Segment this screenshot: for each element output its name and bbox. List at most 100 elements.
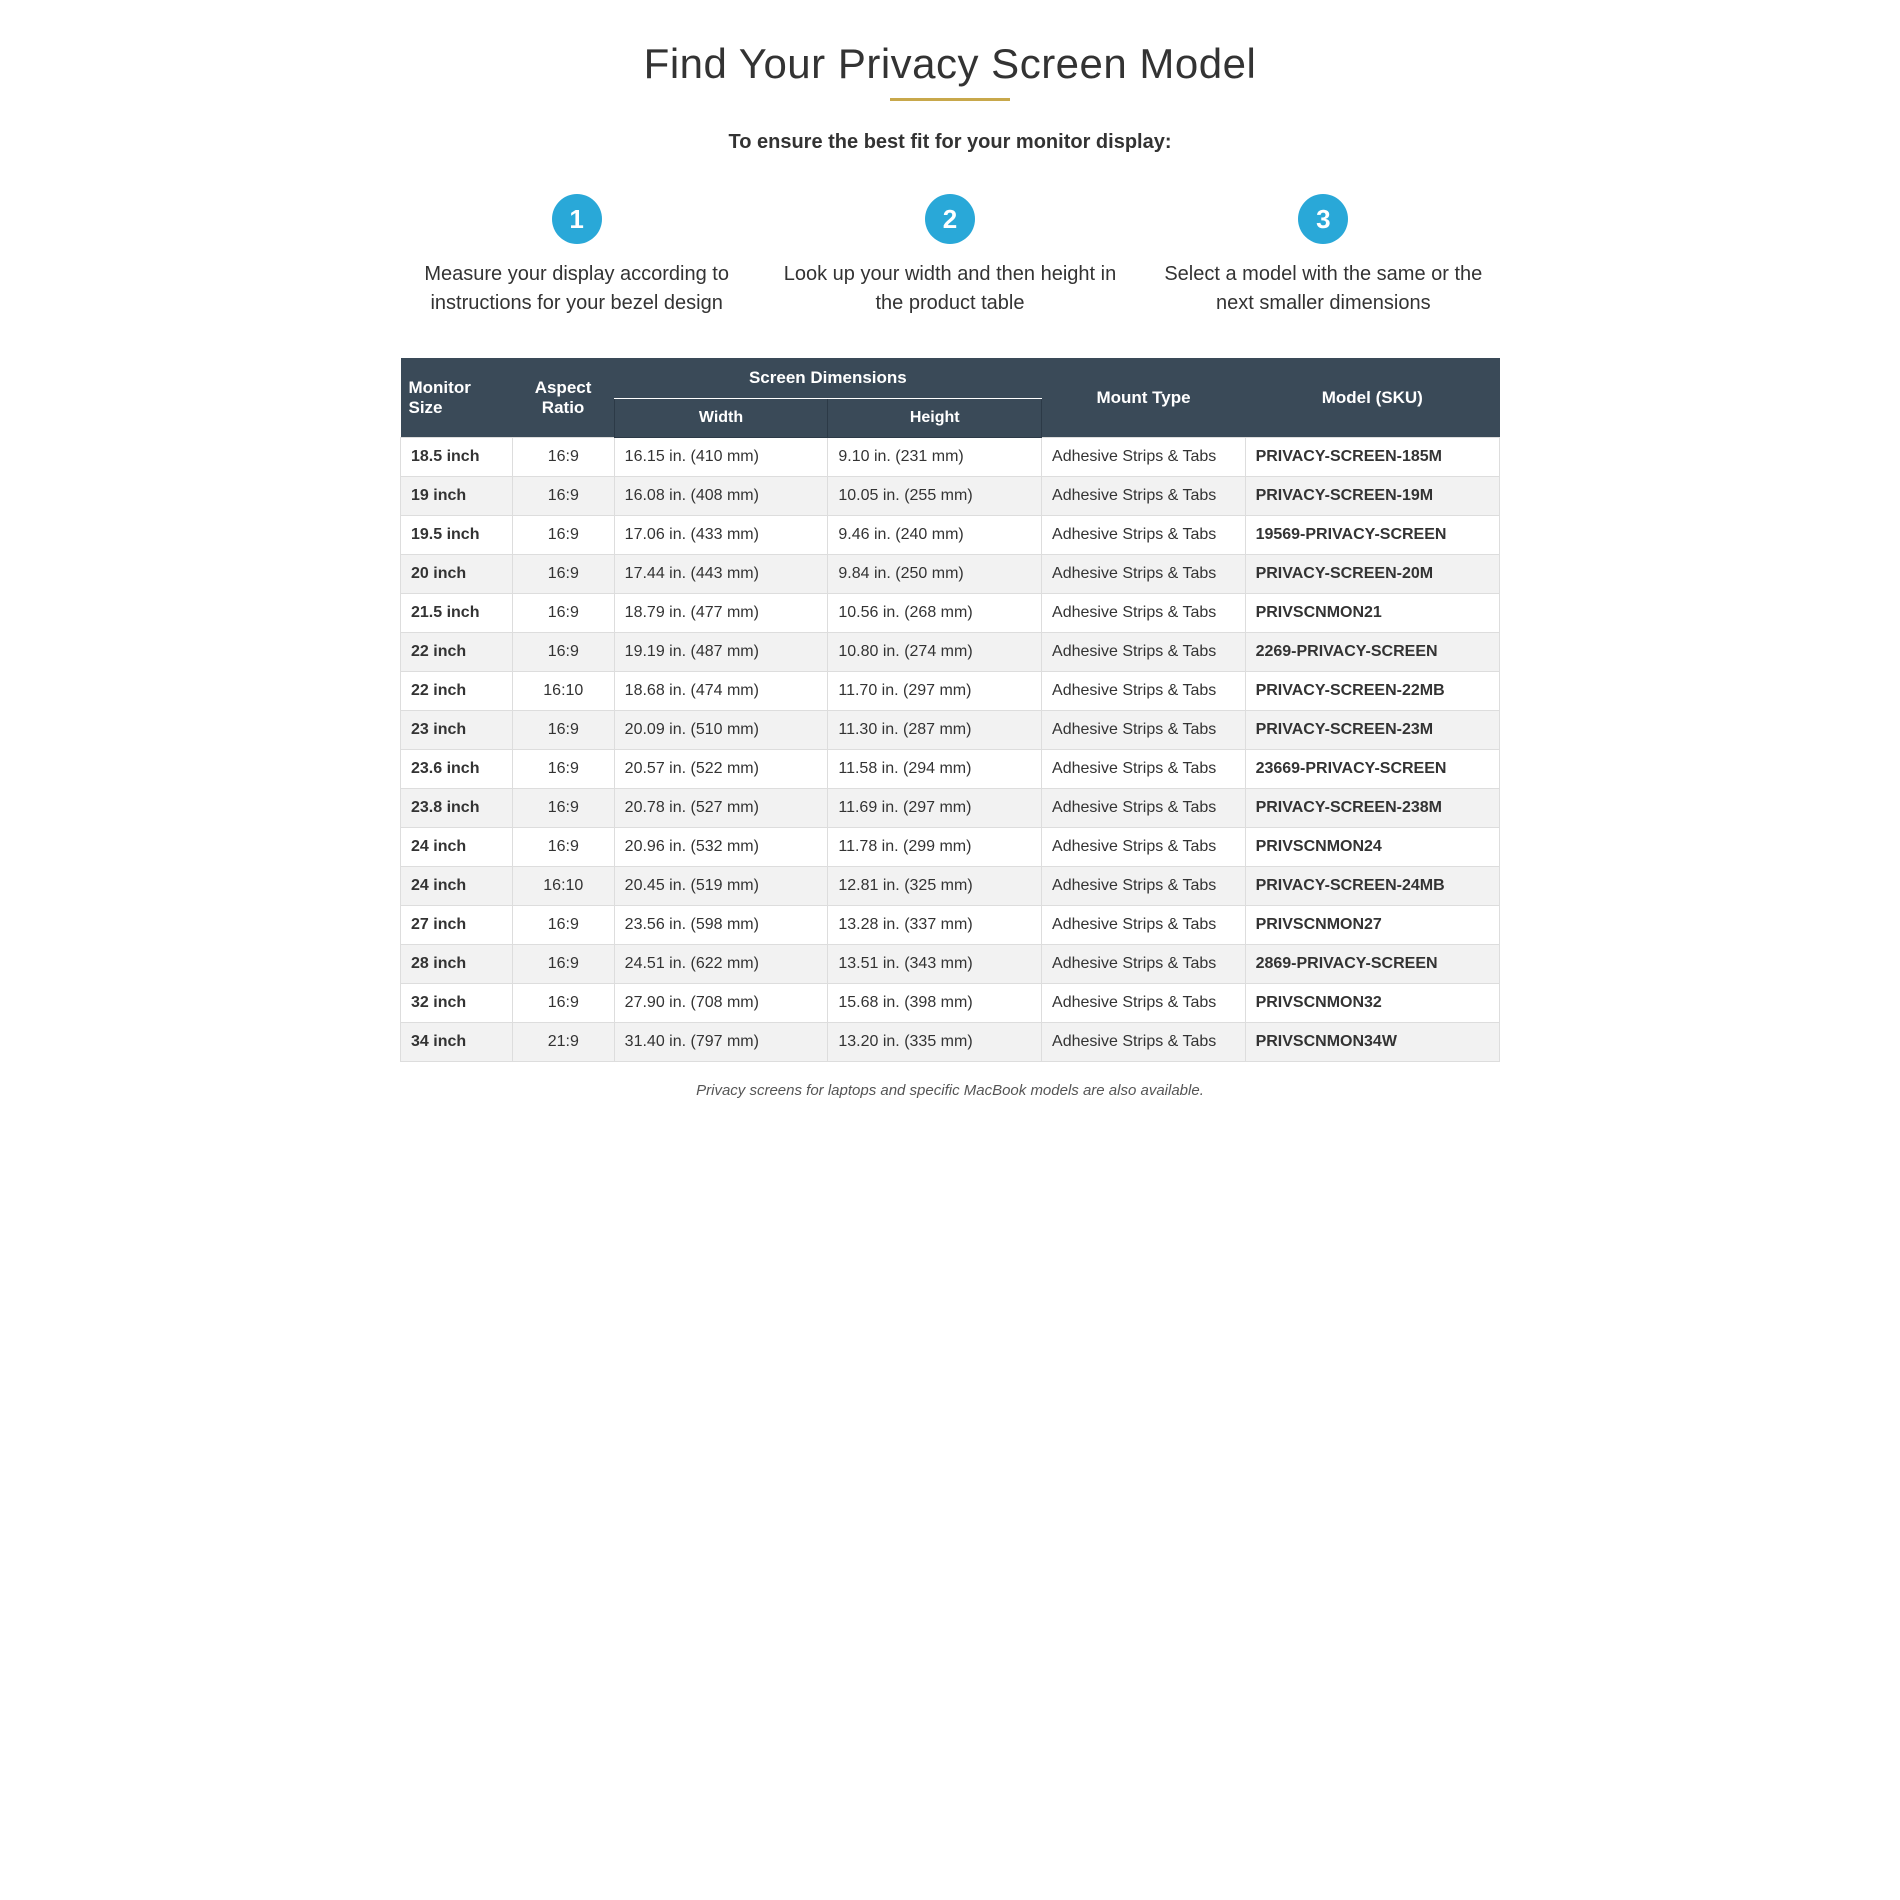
cell-monitor-size: 23 inch — [401, 711, 513, 750]
cell-mount-type: Adhesive Strips & Tabs — [1042, 438, 1246, 477]
cell-aspect-ratio: 16:9 — [512, 906, 614, 945]
cell-aspect-ratio: 16:10 — [512, 867, 614, 906]
cell-sku: 2869-PRIVACY-SCREEN — [1245, 945, 1499, 984]
cell-monitor-size: 24 inch — [401, 828, 513, 867]
step-2-circle: 2 — [925, 194, 975, 244]
cell-width: 16.15 in. (410 mm) — [614, 438, 828, 477]
col-sku-header: Model (SKU) — [1245, 358, 1499, 438]
cell-width: 20.57 in. (522 mm) — [614, 750, 828, 789]
step-1-circle: 1 — [552, 194, 602, 244]
page-title: Find Your Privacy Screen Model — [400, 40, 1500, 88]
cell-monitor-size: 18.5 inch — [401, 438, 513, 477]
cell-mount-type: Adhesive Strips & Tabs — [1042, 945, 1246, 984]
cell-height: 10.56 in. (268 mm) — [828, 594, 1042, 633]
table-row: 19 inch 16:9 16.08 in. (408 mm) 10.05 in… — [401, 477, 1500, 516]
cell-monitor-size: 23.8 inch — [401, 789, 513, 828]
cell-sku: PRIVACY-SCREEN-24MB — [1245, 867, 1499, 906]
cell-width: 27.90 in. (708 mm) — [614, 984, 828, 1023]
cell-width: 19.19 in. (487 mm) — [614, 633, 828, 672]
step-3-circle: 3 — [1298, 194, 1348, 244]
cell-mount-type: Adhesive Strips & Tabs — [1042, 711, 1246, 750]
cell-width: 31.40 in. (797 mm) — [614, 1023, 828, 1062]
cell-height: 15.68 in. (398 mm) — [828, 984, 1042, 1023]
cell-height: 11.69 in. (297 mm) — [828, 789, 1042, 828]
cell-aspect-ratio: 16:9 — [512, 828, 614, 867]
cell-monitor-size: 21.5 inch — [401, 594, 513, 633]
cell-width: 16.08 in. (408 mm) — [614, 477, 828, 516]
cell-mount-type: Adhesive Strips & Tabs — [1042, 867, 1246, 906]
cell-aspect-ratio: 16:9 — [512, 516, 614, 555]
cell-width: 17.44 in. (443 mm) — [614, 555, 828, 594]
cell-height: 13.28 in. (337 mm) — [828, 906, 1042, 945]
cell-height: 9.10 in. (231 mm) — [828, 438, 1042, 477]
screen-dimensions-header: Screen Dimensions — [614, 358, 1041, 399]
cell-aspect-ratio: 16:9 — [512, 594, 614, 633]
cell-height: 9.46 in. (240 mm) — [828, 516, 1042, 555]
gold-divider — [890, 98, 1010, 101]
cell-sku: PRIVACY-SCREEN-19M — [1245, 477, 1499, 516]
cell-mount-type: Adhesive Strips & Tabs — [1042, 906, 1246, 945]
table-row: 34 inch 21:9 31.40 in. (797 mm) 13.20 in… — [401, 1023, 1500, 1062]
cell-aspect-ratio: 16:10 — [512, 672, 614, 711]
cell-monitor-size: 22 inch — [401, 633, 513, 672]
table-row: 28 inch 16:9 24.51 in. (622 mm) 13.51 in… — [401, 945, 1500, 984]
cell-aspect-ratio: 16:9 — [512, 555, 614, 594]
cell-mount-type: Adhesive Strips & Tabs — [1042, 594, 1246, 633]
cell-mount-type: Adhesive Strips & Tabs — [1042, 633, 1246, 672]
cell-mount-type: Adhesive Strips & Tabs — [1042, 750, 1246, 789]
table-row: 18.5 inch 16:9 16.15 in. (410 mm) 9.10 i… — [401, 438, 1500, 477]
cell-height: 10.80 in. (274 mm) — [828, 633, 1042, 672]
table-row: 24 inch 16:9 20.96 in. (532 mm) 11.78 in… — [401, 828, 1500, 867]
col-mount-type-header: Mount Type — [1042, 358, 1246, 438]
step-1-text: Measure your display according to instru… — [400, 260, 753, 318]
page-container: Find Your Privacy Screen Model To ensure… — [400, 40, 1500, 1099]
col-aspect-ratio-header: Aspect Ratio — [512, 358, 614, 438]
cell-sku: PRIVACY-SCREEN-185M — [1245, 438, 1499, 477]
step-2-text: Look up your width and then height in th… — [773, 260, 1126, 318]
steps-section: 1 Measure your display according to inst… — [400, 194, 1500, 318]
cell-sku: PRIVSCNMON34W — [1245, 1023, 1499, 1062]
cell-monitor-size: 28 inch — [401, 945, 513, 984]
cell-height: 11.30 in. (287 mm) — [828, 711, 1042, 750]
cell-monitor-size: 34 inch — [401, 1023, 513, 1062]
cell-monitor-size: 32 inch — [401, 984, 513, 1023]
cell-sku: PRIVACY-SCREEN-20M — [1245, 555, 1499, 594]
col-height-header: Height — [828, 399, 1042, 438]
table-row: 21.5 inch 16:9 18.79 in. (477 mm) 10.56 … — [401, 594, 1500, 633]
cell-monitor-size: 22 inch — [401, 672, 513, 711]
cell-mount-type: Adhesive Strips & Tabs — [1042, 984, 1246, 1023]
table-row: 23.6 inch 16:9 20.57 in. (522 mm) 11.58 … — [401, 750, 1500, 789]
cell-aspect-ratio: 16:9 — [512, 945, 614, 984]
cell-aspect-ratio: 16:9 — [512, 750, 614, 789]
col-width-header: Width — [614, 399, 828, 438]
footer-note: Privacy screens for laptops and specific… — [400, 1082, 1500, 1099]
cell-sku: PRIVSCNMON32 — [1245, 984, 1499, 1023]
cell-aspect-ratio: 16:9 — [512, 438, 614, 477]
cell-height: 12.81 in. (325 mm) — [828, 867, 1042, 906]
cell-sku: PRIVSCNMON27 — [1245, 906, 1499, 945]
cell-monitor-size: 19 inch — [401, 477, 513, 516]
cell-aspect-ratio: 16:9 — [512, 984, 614, 1023]
cell-sku: 2269-PRIVACY-SCREEN — [1245, 633, 1499, 672]
cell-width: 20.96 in. (532 mm) — [614, 828, 828, 867]
cell-aspect-ratio: 21:9 — [512, 1023, 614, 1062]
cell-sku: PRIVSCNMON24 — [1245, 828, 1499, 867]
cell-height: 11.78 in. (299 mm) — [828, 828, 1042, 867]
table-row: 22 inch 16:9 19.19 in. (487 mm) 10.80 in… — [401, 633, 1500, 672]
table-row: 22 inch 16:10 18.68 in. (474 mm) 11.70 i… — [401, 672, 1500, 711]
cell-height: 10.05 in. (255 mm) — [828, 477, 1042, 516]
cell-width: 20.45 in. (519 mm) — [614, 867, 828, 906]
cell-mount-type: Adhesive Strips & Tabs — [1042, 828, 1246, 867]
cell-mount-type: Adhesive Strips & Tabs — [1042, 477, 1246, 516]
table-row: 27 inch 16:9 23.56 in. (598 mm) 13.28 in… — [401, 906, 1500, 945]
step-3-text: Select a model with the same or the next… — [1147, 260, 1500, 318]
cell-width: 18.79 in. (477 mm) — [614, 594, 828, 633]
cell-height: 9.84 in. (250 mm) — [828, 555, 1042, 594]
cell-monitor-size: 24 inch — [401, 867, 513, 906]
cell-height: 13.51 in. (343 mm) — [828, 945, 1042, 984]
cell-sku: PRIVACY-SCREEN-238M — [1245, 789, 1499, 828]
cell-width: 24.51 in. (622 mm) — [614, 945, 828, 984]
cell-sku: 23669-PRIVACY-SCREEN — [1245, 750, 1499, 789]
cell-sku: PRIVACY-SCREEN-22MB — [1245, 672, 1499, 711]
cell-width: 20.09 in. (510 mm) — [614, 711, 828, 750]
